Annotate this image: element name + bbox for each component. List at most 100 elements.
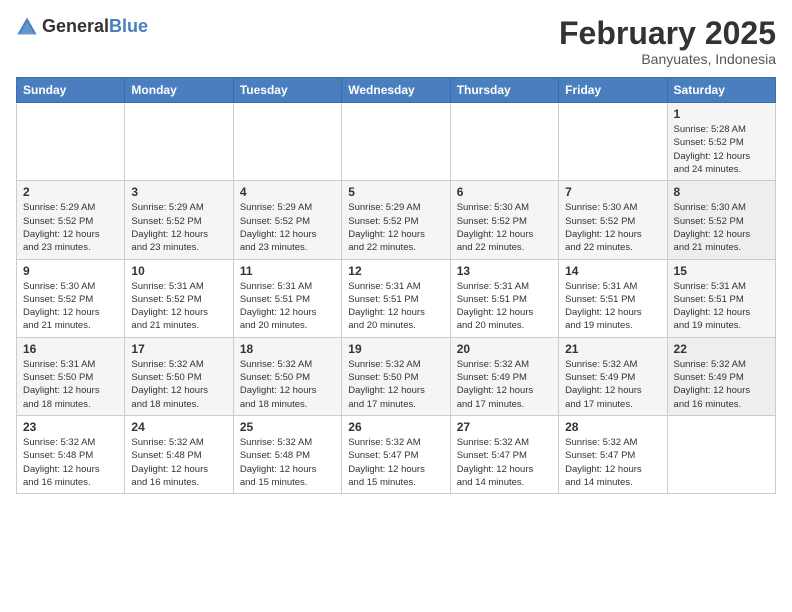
day-number: 28 bbox=[565, 420, 660, 434]
table-row: 20 Sunrise: 5:32 AM Sunset: 5:49 PM Dayli… bbox=[450, 337, 558, 415]
table-row: 4 Sunrise: 5:29 AM Sunset: 5:52 PM Daylig… bbox=[233, 181, 341, 259]
table-row bbox=[667, 415, 775, 493]
table-row: 19 Sunrise: 5:32 AM Sunset: 5:50 PM Dayli… bbox=[342, 337, 450, 415]
day-info: Sunrise: 5:30 AM Sunset: 5:52 PM Dayligh… bbox=[457, 201, 552, 254]
day-number: 21 bbox=[565, 342, 660, 356]
table-row: 13 Sunrise: 5:31 AM Sunset: 5:51 PM Dayli… bbox=[450, 259, 558, 337]
table-row bbox=[125, 103, 233, 181]
day-number: 6 bbox=[457, 185, 552, 199]
day-number: 24 bbox=[131, 420, 226, 434]
day-number: 12 bbox=[348, 264, 443, 278]
table-row bbox=[559, 103, 667, 181]
table-row: 28 Sunrise: 5:32 AM Sunset: 5:47 PM Dayli… bbox=[559, 415, 667, 493]
table-row: 1 Sunrise: 5:28 AM Sunset: 5:52 PM Daylig… bbox=[667, 103, 775, 181]
table-row: 26Sunrise: 5:32 AM Sunset: 5:47 PM Dayli… bbox=[342, 415, 450, 493]
day-number: 4 bbox=[240, 185, 335, 199]
day-info: Sunrise: 5:31 AM Sunset: 5:52 PM Dayligh… bbox=[131, 280, 226, 333]
day-info: Sunrise: 5:32 AM Sunset: 5:50 PM Dayligh… bbox=[348, 358, 443, 411]
table-row: 2 Sunrise: 5:29 AM Sunset: 5:52 PM Daylig… bbox=[17, 181, 125, 259]
calendar-week-row: 9 Sunrise: 5:30 AM Sunset: 5:52 PM Daylig… bbox=[17, 259, 776, 337]
calendar-header-row: Sunday Monday Tuesday Wednesday Thursday… bbox=[17, 78, 776, 103]
table-row: 14Sunrise: 5:31 AM Sunset: 5:51 PM Dayli… bbox=[559, 259, 667, 337]
day-info: Sunrise: 5:30 AM Sunset: 5:52 PM Dayligh… bbox=[565, 201, 660, 254]
table-row: 24 Sunrise: 5:32 AM Sunset: 5:48 PM Dayli… bbox=[125, 415, 233, 493]
calendar-week-row: 1 Sunrise: 5:28 AM Sunset: 5:52 PM Daylig… bbox=[17, 103, 776, 181]
day-info: Sunrise: 5:30 AM Sunset: 5:52 PM Dayligh… bbox=[674, 201, 769, 254]
table-row: 8Sunrise: 5:30 AM Sunset: 5:52 PM Daylig… bbox=[667, 181, 775, 259]
day-number: 13 bbox=[457, 264, 552, 278]
table-row: 3 Sunrise: 5:29 AM Sunset: 5:52 PM Daylig… bbox=[125, 181, 233, 259]
day-info: Sunrise: 5:29 AM Sunset: 5:52 PM Dayligh… bbox=[131, 201, 226, 254]
table-row: 5 Sunrise: 5:29 AM Sunset: 5:52 PM Daylig… bbox=[342, 181, 450, 259]
day-number: 7 bbox=[565, 185, 660, 199]
calendar-table: Sunday Monday Tuesday Wednesday Thursday… bbox=[16, 77, 776, 494]
day-number: 11 bbox=[240, 264, 335, 278]
day-info: Sunrise: 5:30 AM Sunset: 5:52 PM Dayligh… bbox=[23, 280, 118, 333]
day-number: 9 bbox=[23, 264, 118, 278]
table-row: 18Sunrise: 5:32 AM Sunset: 5:50 PM Dayli… bbox=[233, 337, 341, 415]
day-number: 15 bbox=[674, 264, 769, 278]
day-number: 18 bbox=[240, 342, 335, 356]
table-row: 9 Sunrise: 5:30 AM Sunset: 5:52 PM Daylig… bbox=[17, 259, 125, 337]
header-saturday: Saturday bbox=[667, 78, 775, 103]
day-info: Sunrise: 5:32 AM Sunset: 5:49 PM Dayligh… bbox=[457, 358, 552, 411]
calendar-week-row: 23Sunrise: 5:32 AM Sunset: 5:48 PM Dayli… bbox=[17, 415, 776, 493]
header-monday: Monday bbox=[125, 78, 233, 103]
logo-blue: Blue bbox=[109, 16, 148, 36]
day-info: Sunrise: 5:28 AM Sunset: 5:52 PM Dayligh… bbox=[674, 123, 769, 176]
table-row: 17 Sunrise: 5:32 AM Sunset: 5:50 PM Dayli… bbox=[125, 337, 233, 415]
day-info: Sunrise: 5:32 AM Sunset: 5:50 PM Dayligh… bbox=[131, 358, 226, 411]
logo-text: GeneralBlue bbox=[42, 17, 148, 37]
table-row: 25Sunrise: 5:32 AM Sunset: 5:48 PM Dayli… bbox=[233, 415, 341, 493]
header-sunday: Sunday bbox=[17, 78, 125, 103]
location-subtitle: Banyuates, Indonesia bbox=[559, 51, 776, 67]
day-info: Sunrise: 5:29 AM Sunset: 5:52 PM Dayligh… bbox=[23, 201, 118, 254]
table-row bbox=[342, 103, 450, 181]
day-info: Sunrise: 5:31 AM Sunset: 5:51 PM Dayligh… bbox=[674, 280, 769, 333]
day-number: 22 bbox=[674, 342, 769, 356]
table-row: 10 Sunrise: 5:31 AM Sunset: 5:52 PM Dayli… bbox=[125, 259, 233, 337]
day-info: Sunrise: 5:32 AM Sunset: 5:48 PM Dayligh… bbox=[131, 436, 226, 489]
day-info: Sunrise: 5:31 AM Sunset: 5:50 PM Dayligh… bbox=[23, 358, 118, 411]
day-number: 17 bbox=[131, 342, 226, 356]
day-number: 3 bbox=[131, 185, 226, 199]
day-info: Sunrise: 5:31 AM Sunset: 5:51 PM Dayligh… bbox=[565, 280, 660, 333]
day-number: 27 bbox=[457, 420, 552, 434]
month-title: February 2025 bbox=[559, 16, 776, 51]
header-friday: Friday bbox=[559, 78, 667, 103]
day-info: Sunrise: 5:32 AM Sunset: 5:49 PM Dayligh… bbox=[674, 358, 769, 411]
day-number: 20 bbox=[457, 342, 552, 356]
logo-general: General bbox=[42, 16, 109, 36]
day-info: Sunrise: 5:32 AM Sunset: 5:48 PM Dayligh… bbox=[240, 436, 335, 489]
day-info: Sunrise: 5:29 AM Sunset: 5:52 PM Dayligh… bbox=[240, 201, 335, 254]
day-number: 1 bbox=[674, 107, 769, 121]
day-info: Sunrise: 5:31 AM Sunset: 5:51 PM Dayligh… bbox=[240, 280, 335, 333]
table-row bbox=[450, 103, 558, 181]
day-number: 5 bbox=[348, 185, 443, 199]
day-info: Sunrise: 5:31 AM Sunset: 5:51 PM Dayligh… bbox=[457, 280, 552, 333]
day-number: 19 bbox=[348, 342, 443, 356]
day-info: Sunrise: 5:31 AM Sunset: 5:51 PM Dayligh… bbox=[348, 280, 443, 333]
table-row: 23Sunrise: 5:32 AM Sunset: 5:48 PM Dayli… bbox=[17, 415, 125, 493]
logo-icon bbox=[16, 16, 38, 38]
calendar-week-row: 16Sunrise: 5:31 AM Sunset: 5:50 PM Dayli… bbox=[17, 337, 776, 415]
day-number: 26 bbox=[348, 420, 443, 434]
calendar-week-row: 2 Sunrise: 5:29 AM Sunset: 5:52 PM Daylig… bbox=[17, 181, 776, 259]
table-row bbox=[17, 103, 125, 181]
table-row: 12 Sunrise: 5:31 AM Sunset: 5:51 PM Dayli… bbox=[342, 259, 450, 337]
table-row: 22 Sunrise: 5:32 AM Sunset: 5:49 PM Dayli… bbox=[667, 337, 775, 415]
title-area: February 2025 Banyuates, Indonesia bbox=[559, 16, 776, 67]
header-thursday: Thursday bbox=[450, 78, 558, 103]
table-row: 15 Sunrise: 5:31 AM Sunset: 5:51 PM Dayli… bbox=[667, 259, 775, 337]
table-row bbox=[233, 103, 341, 181]
day-number: 10 bbox=[131, 264, 226, 278]
page-header: GeneralBlue February 2025 Banyuates, Ind… bbox=[16, 16, 776, 67]
table-row: 16Sunrise: 5:31 AM Sunset: 5:50 PM Dayli… bbox=[17, 337, 125, 415]
day-number: 2 bbox=[23, 185, 118, 199]
day-info: Sunrise: 5:32 AM Sunset: 5:48 PM Dayligh… bbox=[23, 436, 118, 489]
day-info: Sunrise: 5:32 AM Sunset: 5:47 PM Dayligh… bbox=[565, 436, 660, 489]
logo: GeneralBlue bbox=[16, 16, 148, 38]
table-row: 7 Sunrise: 5:30 AM Sunset: 5:52 PM Daylig… bbox=[559, 181, 667, 259]
day-info: Sunrise: 5:29 AM Sunset: 5:52 PM Dayligh… bbox=[348, 201, 443, 254]
header-wednesday: Wednesday bbox=[342, 78, 450, 103]
